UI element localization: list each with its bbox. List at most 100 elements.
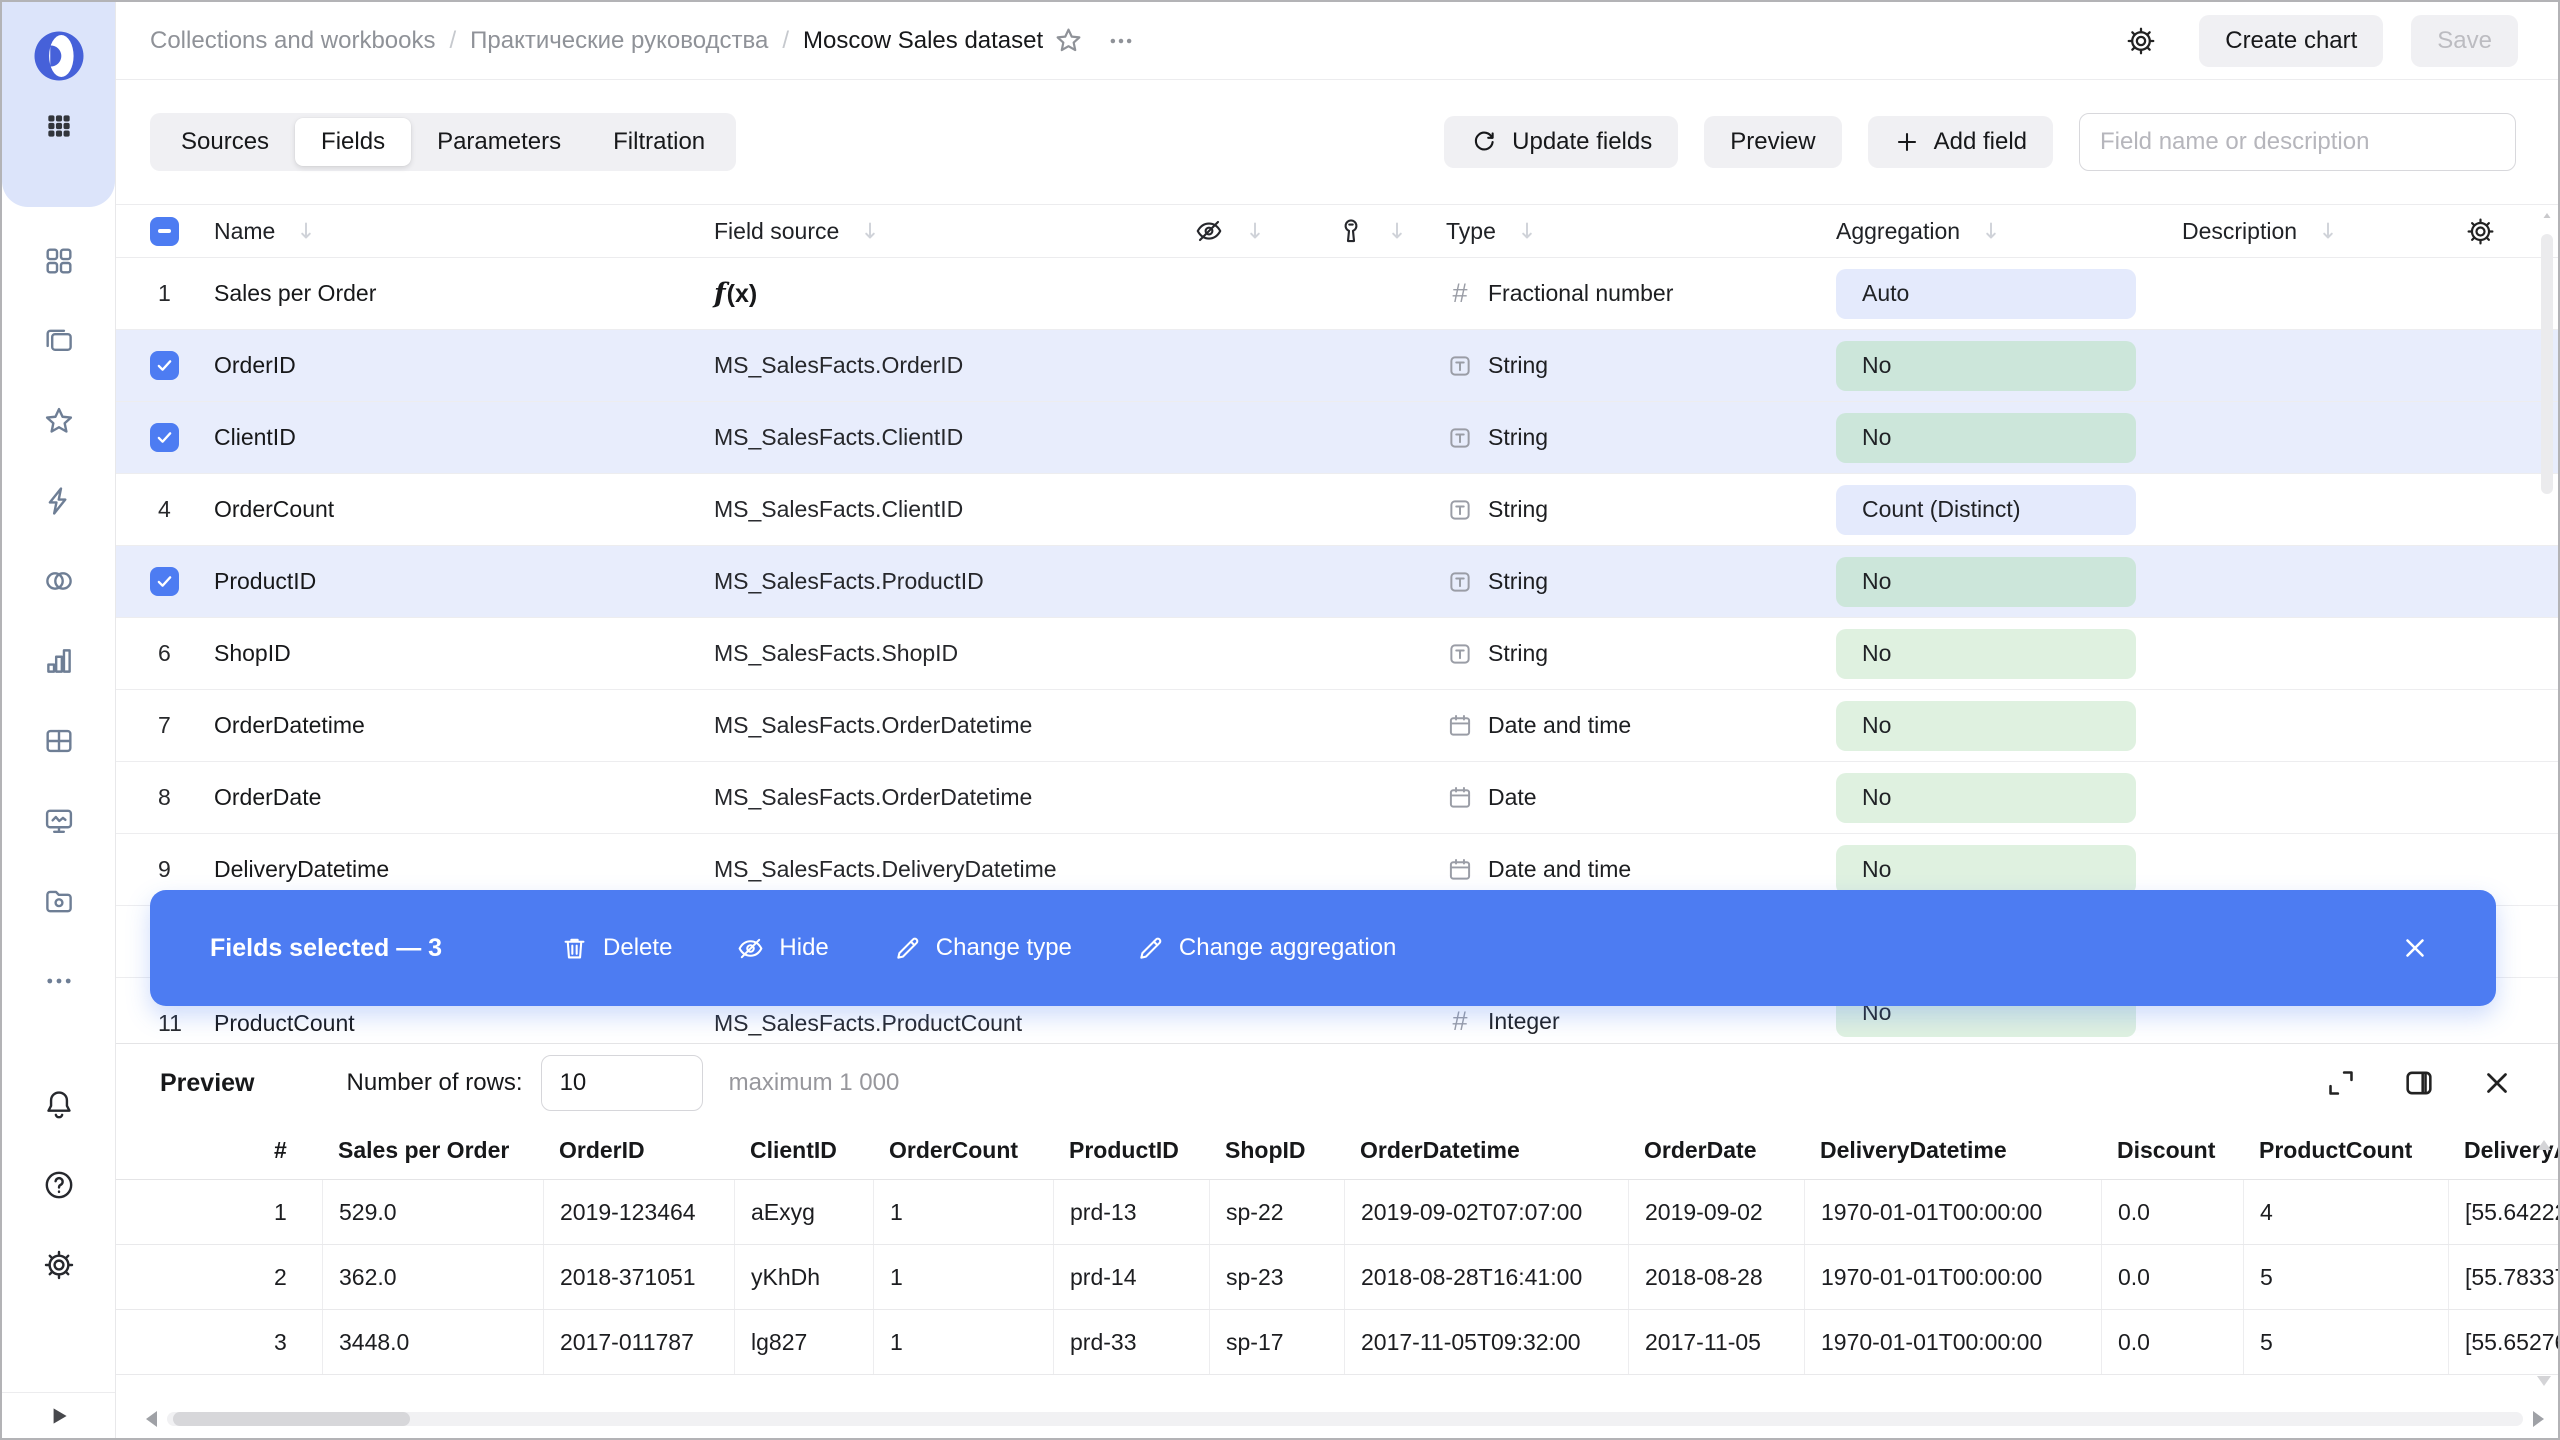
field-type[interactable]: Date <box>1422 784 1802 812</box>
sidebar-item-chart[interactable] <box>42 644 76 678</box>
rows-count-input[interactable] <box>541 1055 703 1111</box>
field-row[interactable]: 6 ShopID MS_SalesFacts.ShopID String No <box>116 618 2558 690</box>
column-header-aggregation[interactable]: Aggregation <box>1836 218 1960 245</box>
split-view-icon[interactable] <box>2402 1066 2436 1100</box>
banner-action-hide[interactable]: Hide <box>736 934 828 963</box>
key-column-icon[interactable] <box>1336 216 1366 246</box>
sort-arrow-icon[interactable] <box>2315 218 2341 244</box>
row-checkbox-checked[interactable] <box>150 423 179 452</box>
aggregation-select[interactable]: No <box>1836 413 2136 463</box>
breadcrumb-collections[interactable]: Collections and workbooks <box>150 27 435 55</box>
scrollbar-thumb[interactable] <box>173 1412 410 1426</box>
column-header-description[interactable]: Description <box>2182 218 2297 245</box>
aggregation-select[interactable]: Count (Distinct) <box>1836 485 2136 535</box>
apps-grid-icon[interactable] <box>43 110 75 142</box>
row-number[interactable]: 11 <box>150 1010 182 1037</box>
sort-arrow-icon[interactable] <box>1384 218 1410 244</box>
field-row[interactable]: 4 OrderCount MS_SalesFacts.ClientID Stri… <box>116 474 2558 546</box>
row-number[interactable]: 8 <box>150 784 171 811</box>
datalens-logo-icon[interactable] <box>31 28 87 84</box>
aggregation-select[interactable]: No <box>1836 701 2136 751</box>
field-type[interactable]: #Integer <box>1422 1006 1802 1037</box>
favorite-star-icon[interactable] <box>1053 25 1084 56</box>
sidebar-item-lightning[interactable] <box>42 484 76 518</box>
update-fields-button[interactable]: Update fields <box>1444 116 1678 168</box>
scrollbar-thumb[interactable] <box>2541 234 2553 494</box>
column-header-field-source[interactable]: Field source <box>714 218 839 245</box>
hidden-column-eye-off-icon[interactable] <box>1194 216 1224 246</box>
field-type[interactable]: String <box>1422 640 1802 668</box>
preview-button[interactable]: Preview <box>1704 116 1841 168</box>
sidebar-item-folder[interactable] <box>42 884 76 918</box>
sidebar-item-bell[interactable] <box>42 1088 76 1122</box>
aggregation-select[interactable]: No <box>1836 773 2136 823</box>
sort-arrow-icon[interactable] <box>1242 218 1268 244</box>
aggregation-select[interactable]: No <box>1836 557 2136 607</box>
sidebar-item-more[interactable] <box>42 964 76 998</box>
sidebar-item-collections[interactable] <box>42 324 76 358</box>
sidebar-item-monitor[interactable] <box>42 804 76 838</box>
sidebar-item-help[interactable] <box>42 1168 76 1202</box>
field-row[interactable]: 7 OrderDatetime MS_SalesFacts.OrderDatet… <box>116 690 2558 762</box>
columns-settings-gear-icon[interactable] <box>2465 216 2496 247</box>
tab-parameters[interactable]: Parameters <box>411 118 587 166</box>
close-preview-icon[interactable] <box>2480 1066 2514 1100</box>
preview-vertical-scrollbar[interactable] <box>2536 1140 2550 1386</box>
tab-sources[interactable]: Sources <box>155 118 295 166</box>
column-header-type[interactable]: Type <box>1446 218 1496 245</box>
scrollbar-track[interactable] <box>167 1412 2523 1426</box>
sort-arrow-icon[interactable] <box>857 218 883 244</box>
sidebar-item-table[interactable] <box>42 724 76 758</box>
preview-horizontal-scrollbar[interactable] <box>146 1408 2544 1430</box>
field-type[interactable]: String <box>1422 424 1802 452</box>
field-search-input[interactable] <box>2079 113 2516 171</box>
scroll-right-arrow-icon[interactable] <box>2533 1411 2544 1427</box>
row-number[interactable]: 4 <box>150 496 171 523</box>
row-number[interactable]: 9 <box>150 856 171 883</box>
field-row[interactable]: 8 OrderDate MS_SalesFacts.OrderDatetime … <box>116 762 2558 834</box>
sort-arrow-icon[interactable] <box>1978 218 2004 244</box>
aggregation-select[interactable]: No <box>1836 341 2136 391</box>
expand-sidebar-icon[interactable] <box>46 1403 72 1429</box>
expand-preview-icon[interactable] <box>2324 1066 2358 1100</box>
banner-action-delete[interactable]: Delete <box>560 934 672 963</box>
save-button[interactable]: Save <box>2411 15 2518 67</box>
field-type[interactable]: String <box>1422 352 1802 380</box>
dataset-settings-gear-icon[interactable] <box>2125 25 2157 57</box>
create-chart-button[interactable]: Create chart <box>2199 15 2383 67</box>
field-row[interactable]: ProductID MS_SalesFacts.ProductID String… <box>116 546 2558 618</box>
scroll-left-arrow-icon[interactable] <box>146 1411 157 1427</box>
scroll-up-arrow-icon[interactable] <box>2537 1140 2551 1150</box>
sidebar-item-gear[interactable] <box>42 1248 76 1282</box>
select-all-checkbox[interactable] <box>150 217 179 246</box>
field-type[interactable]: String <box>1422 568 1802 596</box>
add-field-button[interactable]: Add field <box>1868 116 2053 168</box>
field-row[interactable]: OrderID MS_SalesFacts.OrderID String No <box>116 330 2558 402</box>
sidebar-item-star[interactable] <box>42 404 76 438</box>
sort-arrow-icon[interactable] <box>293 218 319 244</box>
close-banner-icon[interactable] <box>2400 933 2430 963</box>
aggregation-select[interactable]: No <box>1836 629 2136 679</box>
field-row[interactable]: 1 Sales per Order f(x) #Fractional numbe… <box>116 258 2558 330</box>
field-row[interactable]: ClientID MS_SalesFacts.ClientID String N… <box>116 402 2558 474</box>
more-menu-icon[interactable] <box>1106 26 1136 56</box>
field-type[interactable]: Date and time <box>1422 856 1802 884</box>
banner-action-change-type[interactable]: Change type <box>893 934 1072 963</box>
sidebar-item-datasets[interactable] <box>42 564 76 598</box>
scroll-up-arrow-icon[interactable] <box>2541 210 2553 222</box>
scroll-down-arrow-icon[interactable] <box>2537 1376 2551 1386</box>
aggregation-select[interactable]: No <box>1836 845 2136 895</box>
row-checkbox-checked[interactable] <box>150 567 179 596</box>
fields-vertical-scrollbar[interactable] <box>2540 210 2554 1035</box>
column-header-name[interactable]: Name <box>214 218 275 245</box>
row-checkbox-checked[interactable] <box>150 351 179 380</box>
tab-fields[interactable]: Fields <box>295 118 411 166</box>
row-number[interactable]: 7 <box>150 712 171 739</box>
aggregation-select[interactable]: Auto <box>1836 269 2136 319</box>
row-number[interactable]: 6 <box>150 640 171 667</box>
field-type[interactable]: #Fractional number <box>1422 278 1802 309</box>
banner-action-change-aggregation[interactable]: Change aggregation <box>1136 934 1397 963</box>
field-type[interactable]: String <box>1422 496 1802 524</box>
tab-filtration[interactable]: Filtration <box>587 118 731 166</box>
sort-arrow-icon[interactable] <box>1514 218 1540 244</box>
